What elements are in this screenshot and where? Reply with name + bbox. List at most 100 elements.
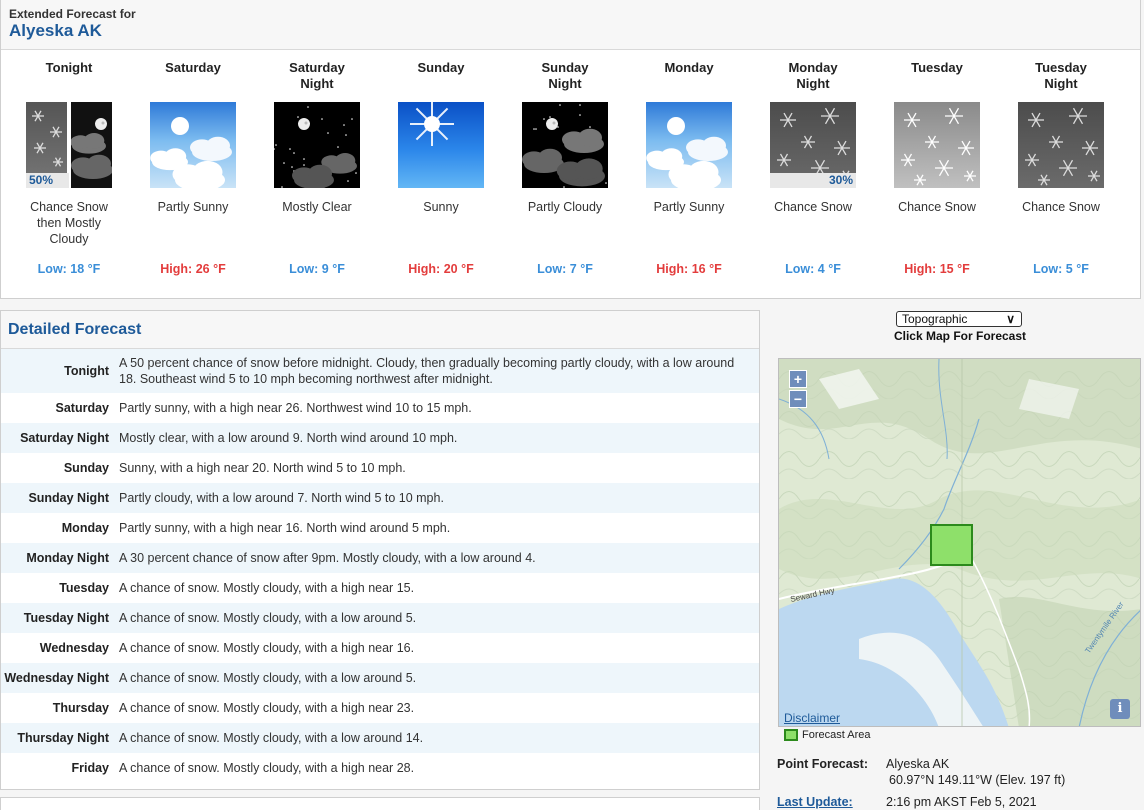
period-name-line2: Night <box>1044 76 1078 91</box>
period-temperature: Low: 4 °F <box>785 262 841 276</box>
period-description: Partly Cloudy <box>527 200 603 214</box>
info-icon[interactable]: i <box>1110 699 1130 719</box>
detailed-forecast-row: Tuesday A chance of snow. Mostly cloudy, … <box>1 573 759 603</box>
detailed-period-text: A 30 percent chance of snow after 9pm. M… <box>119 551 536 565</box>
period-name: Saturday Night <box>255 60 379 92</box>
disclaimer-link[interactable]: Disclaimer <box>784 711 840 725</box>
forecast-period[interactable]: Monday Night 30% Chance Snow Low: 4 °F <box>751 60 875 276</box>
forecast-period[interactable]: Saturday Partly Sunny High: 26 °F <box>131 60 255 276</box>
partly-sunny-icon <box>646 102 732 188</box>
detailed-period-text: A chance of snow. Mostly cloudy, with a … <box>119 731 424 745</box>
detailed-period-text: A chance of snow. Mostly cloudy, with a … <box>119 671 417 685</box>
period-name-line1: Monday <box>664 60 714 75</box>
detailed-forecast-row: Monday Night A 30 percent chance of snow … <box>1 543 759 573</box>
detailed-period-name: Sunday <box>63 461 109 475</box>
period-temperature: Low: 7 °F <box>537 262 593 276</box>
map-click-instruction: Click Map For Forecast <box>893 329 1027 343</box>
forecast-period[interactable]: Monday Partly Sunny High: 16 °F <box>627 60 751 276</box>
detailed-period-name: Tuesday <box>59 581 109 595</box>
forecast-period[interactable]: Tuesday Night Chance Snow Low: 5 °F <box>999 60 1123 276</box>
detailed-period-text: Partly sunny, with a high near 16. North… <box>119 521 451 535</box>
period-temperature: Low: 9 °F <box>289 262 345 276</box>
period-name: Monday Night <box>751 60 875 92</box>
detailed-period-text: Mostly clear, with a low around 9. North… <box>119 431 458 445</box>
period-description: Sunny <box>423 200 459 214</box>
detailed-period-name: Monday <box>61 521 109 535</box>
forecast-period[interactable]: Tonight 50% Chance Snow then Mostly Cloud… <box>7 60 131 276</box>
detailed-forecast-row: Monday Partly sunny, with a high near 16.… <box>1 513 759 543</box>
detailed-period-name: Monday Night <box>26 551 109 565</box>
period-name: Sunday <box>379 60 503 92</box>
last-update-link[interactable]: Last Update: <box>777 795 853 809</box>
chance-snow-night-icon: 30% <box>770 102 856 188</box>
chevron-down-icon: ∨ <box>1006 312 1015 326</box>
detailed-period-text: Partly sunny, with a high near 26. North… <box>119 401 472 415</box>
chance-snow-day-icon <box>894 102 980 188</box>
period-name-line1: Monday <box>788 60 838 75</box>
forecast-area-legend-label: Forecast Area <box>802 729 871 741</box>
detailed-period-text: A chance of snow. Mostly cloudy, with a … <box>119 611 417 625</box>
map-layer-select[interactable]: Topographic ∨ <box>896 311 1022 327</box>
detailed-forecast-row: Tuesday Night A chance of snow. Mostly cl… <box>1 603 759 633</box>
point-forecast-coords: 60.97°N 149.11°W (Elev. 197 ft) <box>889 773 1066 787</box>
point-forecast-label: Point Forecast: <box>777 757 868 771</box>
forecast-period[interactable]: Saturday Night Mostly Clear Low: 9 °F <box>255 60 379 276</box>
period-description: Chance Snow <box>898 200 976 214</box>
period-temperature: Low: 18 °F <box>37 262 101 276</box>
detailed-forecast-row: Thursday A chance of snow. Mostly cloudy,… <box>1 693 759 723</box>
detailed-period-text: A chance of snow. Mostly cloudy, with a … <box>119 641 415 655</box>
extended-forecast-label: Extended Forecast for <box>9 7 136 21</box>
detailed-period-name: Thursday Night <box>17 731 109 745</box>
period-description: Chance Snow <box>1022 200 1100 214</box>
forecast-period[interactable]: Sunday Night Partly Cloudy Low: 7 °F <box>503 60 627 276</box>
period-name: Tuesday <box>875 60 999 92</box>
detailed-period-name: Sunday Night <box>28 491 109 505</box>
forecast-map[interactable]: Seward Hwy Twentymile River <box>778 358 1141 727</box>
zoom-in-button[interactable]: + <box>789 370 807 388</box>
period-name-line1: Tonight <box>45 60 93 75</box>
period-name: Sunday Night <box>503 60 627 92</box>
forecast-period[interactable]: Sunday Sunny High: 20 °F <box>379 60 503 276</box>
detailed-period-name: Tuesday Night <box>23 611 109 625</box>
detailed-forecast-row: Sunday Sunny, with a high near 20. North … <box>1 453 759 483</box>
detailed-period-name: Thursday <box>52 701 109 715</box>
zoom-out-button[interactable]: − <box>789 390 807 408</box>
period-name: Saturday <box>131 60 255 92</box>
period-description: Mostly Clear <box>282 200 352 214</box>
mostly-clear-night-icon <box>274 102 360 188</box>
next-panel-edge <box>0 797 760 810</box>
snow-then-mostly-cloudy-night-icon: 50% <box>26 102 112 188</box>
period-name-line2: Night <box>796 76 830 91</box>
detailed-period-name: Friday <box>71 761 109 775</box>
detailed-forecast-row: Tonight A 50 percent chance of snow befor… <box>1 349 759 393</box>
detailed-period-text: A chance of snow. Mostly cloudy, with a … <box>119 701 415 715</box>
map-layer-selected: Topographic <box>902 312 968 326</box>
detailed-period-name: Saturday Night <box>20 431 109 445</box>
detailed-period-name: Wednesday <box>39 641 109 655</box>
last-update-value: 2:16 pm AKST Feb 5, 2021 <box>886 795 1037 809</box>
period-description: Partly Sunny <box>653 200 725 214</box>
period-name-line1: Sunday <box>417 60 465 75</box>
detailed-forecast-row: Wednesday Night A chance of snow. Mostly … <box>1 663 759 693</box>
detailed-forecast-row: Sunday Night Partly cloudy, with a low ar… <box>1 483 759 513</box>
period-description: Partly Sunny <box>157 200 229 214</box>
detailed-forecast-row: Thursday Night A chance of snow. Mostly c… <box>1 723 759 753</box>
period-name: Tuesday Night <box>999 60 1123 92</box>
period-name-line1: Tuesday <box>911 60 963 75</box>
detailed-period-text: A 50 percent chance of snow before midni… <box>119 356 735 386</box>
period-description: Chance Snow <box>774 200 852 214</box>
detailed-period-name: Wednesday Night <box>4 671 109 685</box>
period-description: Chance Snow then Mostly Cloudy <box>30 200 108 246</box>
topographic-map-image: Seward Hwy Twentymile River <box>779 359 1140 726</box>
forecast-period[interactable]: Tuesday Chance Snow High: 15 °F <box>875 60 999 276</box>
detailed-period-text: A chance of snow. Mostly cloudy, with a … <box>119 761 415 775</box>
forecast-area-legend-swatch <box>784 729 798 741</box>
period-name: Tonight <box>7 60 131 92</box>
extended-forecast-header: Extended Forecast for Alyeska AK <box>1 0 1140 50</box>
detailed-forecast-panel: Detailed Forecast Tonight A 50 percent ch… <box>0 310 760 790</box>
period-temperature: High: 20 °F <box>408 262 474 276</box>
period-name-line1: Saturday <box>289 60 345 75</box>
period-temperature: High: 26 °F <box>160 262 226 276</box>
detailed-forecast-title: Detailed Forecast <box>1 311 759 349</box>
partly-sunny-icon <box>150 102 236 188</box>
